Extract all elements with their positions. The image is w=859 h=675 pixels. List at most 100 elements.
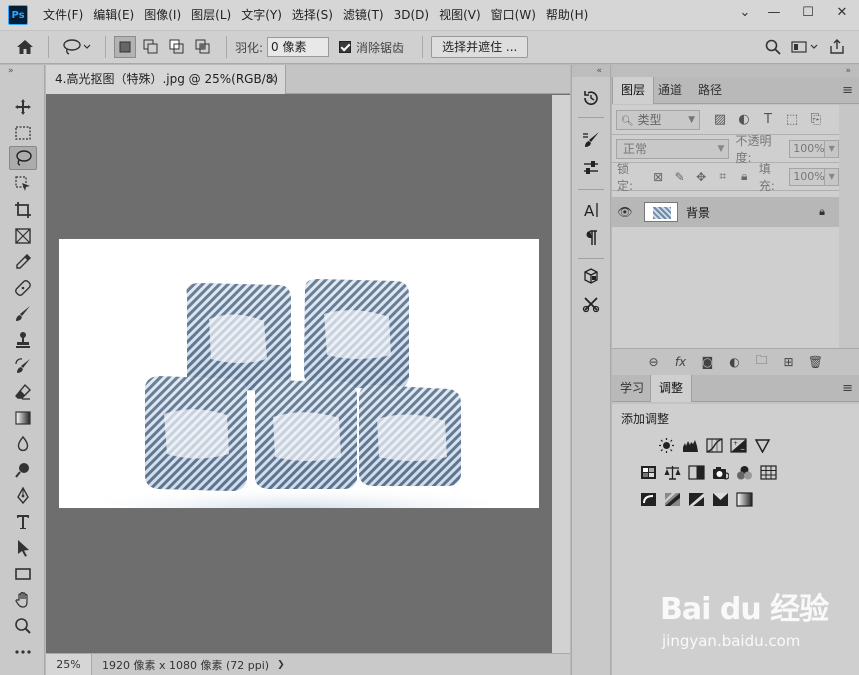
- clone-stamp-tool-icon[interactable]: [9, 328, 37, 352]
- lock-image-icon[interactable]: ✎: [669, 170, 691, 184]
- brush-settings-panel-icon[interactable]: [580, 129, 602, 151]
- visibility-eye-icon[interactable]: 👁︎: [612, 205, 638, 219]
- close-window-button[interactable]: ✕: [825, 0, 859, 24]
- feather-input[interactable]: 0 像素: [267, 37, 330, 57]
- more-tools-icon[interactable]: [9, 640, 37, 664]
- status-menu-arrow-icon[interactable]: ❯: [277, 660, 285, 670]
- frame-tool-icon[interactable]: [9, 224, 37, 248]
- black-white-icon[interactable]: [684, 462, 708, 484]
- hand-tool-icon[interactable]: [9, 588, 37, 612]
- selective-color-icon[interactable]: [708, 489, 732, 511]
- zoom-tool-icon[interactable]: [9, 614, 37, 638]
- layer-row-background[interactable]: 👁︎ 背景 🔒︎: [612, 197, 839, 227]
- exposure-icon[interactable]: + −: [726, 435, 750, 457]
- healing-brush-tool-icon[interactable]: [9, 276, 37, 300]
- gradient-tool-icon[interactable]: [9, 406, 37, 430]
- color-balance-icon[interactable]: [660, 462, 684, 484]
- lasso-tool-preset-icon[interactable]: [57, 35, 97, 59]
- 3d-panel-icon[interactable]: [580, 265, 602, 287]
- vibrance-icon[interactable]: [750, 435, 774, 457]
- tab-learn[interactable]: 学习: [612, 375, 652, 402]
- pixel-filter-icon[interactable]: ▨: [708, 112, 732, 127]
- smart-object-filter-icon[interactable]: ⎘: [804, 112, 828, 127]
- brush-tool-icon[interactable]: [9, 302, 37, 326]
- document-tab[interactable]: 4.高光抠图（特殊）.jpg @ 25%(RGB/8) ×: [46, 65, 286, 94]
- panel-menu-icon[interactable]: ≡: [842, 83, 853, 98]
- chevron-down-icon[interactable]: ▼: [825, 167, 840, 186]
- new-selection-mode-button[interactable]: [114, 36, 136, 58]
- character-panel-icon[interactable]: A: [580, 199, 602, 221]
- menu-image[interactable]: 图像(I): [139, 0, 186, 30]
- workspace-icon[interactable]: [787, 35, 823, 59]
- add-selection-mode-button[interactable]: [140, 36, 162, 58]
- channel-mixer-icon[interactable]: [732, 462, 756, 484]
- tab-paths[interactable]: 路径: [690, 77, 730, 104]
- shape-filter-icon[interactable]: ⬚: [780, 112, 804, 127]
- invert-icon[interactable]: [636, 489, 660, 511]
- menu-help[interactable]: 帮助(H): [541, 0, 593, 30]
- menu-type[interactable]: 文字(Y): [236, 0, 287, 30]
- search-icon[interactable]: [759, 35, 787, 59]
- object-selection-tool-icon[interactable]: [9, 172, 37, 196]
- menu-filter[interactable]: 滤镜(T): [338, 0, 389, 30]
- menu-3d[interactable]: 3D(D): [389, 0, 434, 30]
- lock-artboard-icon[interactable]: ⌗: [712, 169, 734, 184]
- adjustment-layer-icon[interactable]: ◐: [721, 355, 748, 369]
- properties-panel-icon[interactable]: [580, 157, 602, 179]
- menu-layer[interactable]: 图层(L): [186, 0, 236, 30]
- history-panel-icon[interactable]: [580, 87, 602, 109]
- link-layers-icon[interactable]: ⊖: [640, 355, 667, 369]
- history-brush-tool-icon[interactable]: [9, 354, 37, 378]
- dodge-tool-icon[interactable]: [9, 458, 37, 482]
- delete-layer-icon[interactable]: 🗑︎: [802, 355, 829, 369]
- layer-kind-select[interactable]: 🔍︎ 类型 ▼: [616, 109, 700, 130]
- lasso-tool-icon[interactable]: [9, 146, 37, 170]
- marquee-tool-icon[interactable]: [9, 121, 37, 145]
- canvas-vertical-scrollbar[interactable]: [552, 95, 570, 655]
- maximize-button[interactable]: ☐: [791, 0, 825, 24]
- photo-filter-icon[interactable]: [708, 462, 732, 484]
- new-layer-icon[interactable]: ⊞: [775, 355, 802, 369]
- move-tool-icon[interactable]: [9, 95, 37, 119]
- hue-saturation-icon[interactable]: [636, 462, 660, 484]
- fill-input[interactable]: 100%: [789, 167, 826, 186]
- image-canvas[interactable]: [59, 239, 539, 508]
- dock-collapse-icon[interactable]: »: [612, 65, 859, 77]
- menu-select[interactable]: 选择(S): [287, 0, 338, 30]
- lock-position-icon[interactable]: ✥: [690, 170, 712, 184]
- layers-scrollbar[interactable]: [839, 105, 859, 348]
- pen-tool-icon[interactable]: [9, 484, 37, 508]
- menu-edit[interactable]: 编辑(E): [88, 0, 139, 30]
- tool-presets-panel-icon[interactable]: [580, 293, 602, 315]
- zoom-level-field[interactable]: 25%: [46, 653, 92, 675]
- panel-menu-icon[interactable]: ≡: [842, 381, 853, 396]
- select-and-mask-button[interactable]: 选择并遮住 ...: [431, 36, 529, 58]
- path-selection-tool-icon[interactable]: [9, 536, 37, 560]
- levels-icon[interactable]: [678, 435, 702, 457]
- menu-view[interactable]: 视图(V): [434, 0, 486, 30]
- curves-icon[interactable]: [702, 435, 726, 457]
- layer-mask-icon[interactable]: ◙: [694, 355, 721, 369]
- posterize-icon[interactable]: [660, 489, 684, 511]
- minimize-button[interactable]: —: [757, 0, 791, 24]
- brightness-contrast-icon[interactable]: [654, 435, 678, 457]
- tab-layers[interactable]: 图层: [612, 77, 655, 104]
- color-lookup-icon[interactable]: [756, 462, 780, 484]
- opacity-input[interactable]: 100%: [789, 139, 826, 158]
- intersect-selection-mode-button[interactable]: [192, 36, 214, 58]
- gradient-map-icon[interactable]: [732, 489, 756, 511]
- type-filter-icon[interactable]: T: [756, 112, 780, 127]
- tab-adjustments[interactable]: 调整: [650, 375, 693, 402]
- share-icon[interactable]: [823, 35, 851, 59]
- blend-mode-select[interactable]: 正常 ▼: [616, 138, 730, 159]
- menu-file[interactable]: 文件(F): [38, 0, 88, 30]
- tab-channels[interactable]: 通道: [650, 77, 690, 104]
- window-collapse-button[interactable]: ⌄: [733, 0, 757, 24]
- lock-transparent-icon[interactable]: ⊠: [647, 170, 669, 184]
- new-group-icon[interactable]: 🗀︎: [748, 351, 775, 372]
- chevron-down-icon[interactable]: ▼: [825, 139, 839, 158]
- toolbar-collapse-icon[interactable]: »: [0, 65, 44, 77]
- subtract-selection-mode-button[interactable]: [166, 36, 188, 58]
- crop-tool-icon[interactable]: [9, 198, 37, 222]
- antialias-checkbox[interactable]: [339, 41, 352, 53]
